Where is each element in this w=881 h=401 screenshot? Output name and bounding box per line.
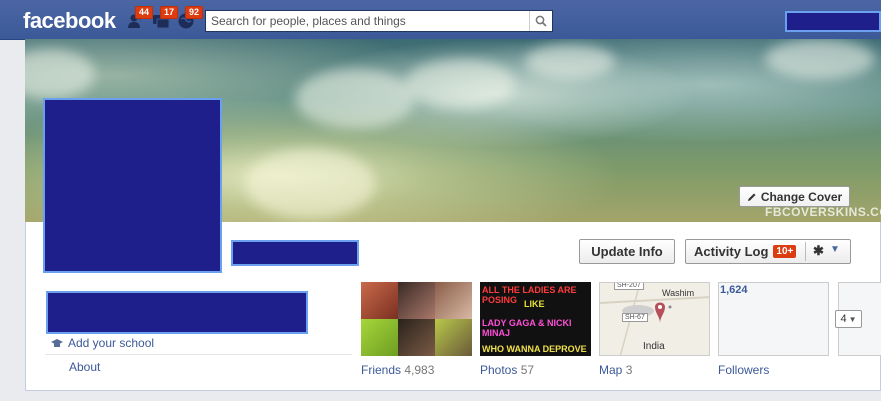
add-school-link[interactable]: Add your school [51,336,154,350]
profile-picture-redacted[interactable] [43,98,222,273]
update-info-label: Update Info [591,244,663,259]
notifications-badge: 92 [185,6,204,19]
followers-tile-label[interactable]: Followers [718,363,769,377]
friends-count: 4,983 [404,363,435,377]
map-label: Map [599,363,623,377]
followers-label: Followers [718,363,770,377]
activity-log-label: Activity Log [694,244,769,259]
education-icon [51,338,63,347]
change-cover-label: Change Cover [760,189,843,204]
search-input[interactable] [206,11,536,31]
friend-thumbnail [435,319,472,356]
update-info-button[interactable]: Update Info [579,239,675,264]
photos-tile-label[interactable]: Photos 57 [480,363,534,377]
road-marker: SH-67 [622,313,648,322]
friend-requests-badge: 44 [135,6,154,19]
friend-thumbnail [361,282,398,319]
map-count: 3 [625,363,633,377]
photos-tile[interactable]: ALL THE LADIES ARE POSING LIKE LADY GAGA… [480,282,591,356]
road-marker: SH-207 [614,283,644,290]
activity-log-button[interactable]: Activity Log 10+ ✱ ▼ [685,239,851,264]
intro-info-redacted [46,291,308,334]
profile-name-redacted [231,240,359,266]
friend-thumbnail [398,319,435,356]
search-icon [535,15,547,27]
photo-text-line: LADY GAGA & NICKI MINAJ [482,318,572,338]
gear-icon[interactable]: ✱ [813,243,824,259]
followers-tile[interactable]: 1,624 [718,282,829,356]
friend-thumbnail [398,282,435,319]
photo-text-line: LIKE [524,299,545,309]
chevron-down-icon[interactable]: ▼ [830,244,840,255]
messages-icon[interactable]: 17 [152,6,179,30]
chevron-down-icon: ▼ [848,314,857,324]
search-button[interactable] [529,11,552,31]
more-apps-count: 4 [840,313,847,325]
more-apps-button[interactable]: 4 ▼ [835,310,862,328]
top-navigation-bar: facebook 44 17 92 [0,0,881,40]
activity-log-count-badge: 10+ [773,245,797,258]
friend-thumbnail [361,319,398,356]
photo-text-line: WHO WANNA DEPROVE [482,344,587,354]
intro-divider [45,354,352,355]
friends-tile-label[interactable]: Friends 4,983 [361,363,434,377]
about-link[interactable]: About [69,360,100,374]
map-tile[interactable]: SH-207 SH-67 Washim India [599,282,710,356]
pencil-icon [747,193,756,201]
facebook-logo[interactable]: facebook [23,8,116,34]
cover-watermark: FBCOVERSKINS.COM [765,205,881,219]
friends-tile[interactable] [361,282,472,356]
search-box [205,10,553,32]
photos-count: 57 [520,363,535,377]
redacted-user-name[interactable] [785,11,881,32]
friend-thumbnail [435,282,472,319]
friend-requests-icon[interactable]: 44 [127,6,154,30]
map-place-india: India [643,341,665,352]
add-school-label: Add your school [68,336,155,350]
messages-badge: 17 [160,6,179,19]
followers-count: 1,624 [720,284,748,296]
button-divider [805,242,806,261]
change-cover-button[interactable]: Change Cover [739,186,850,207]
map-place-washim: Washim [662,288,695,298]
notifications-icon[interactable]: 92 [177,6,204,30]
friends-label: Friends [361,363,402,377]
map-tile-label[interactable]: Map 3 [599,363,632,377]
photos-label: Photos [480,363,518,377]
